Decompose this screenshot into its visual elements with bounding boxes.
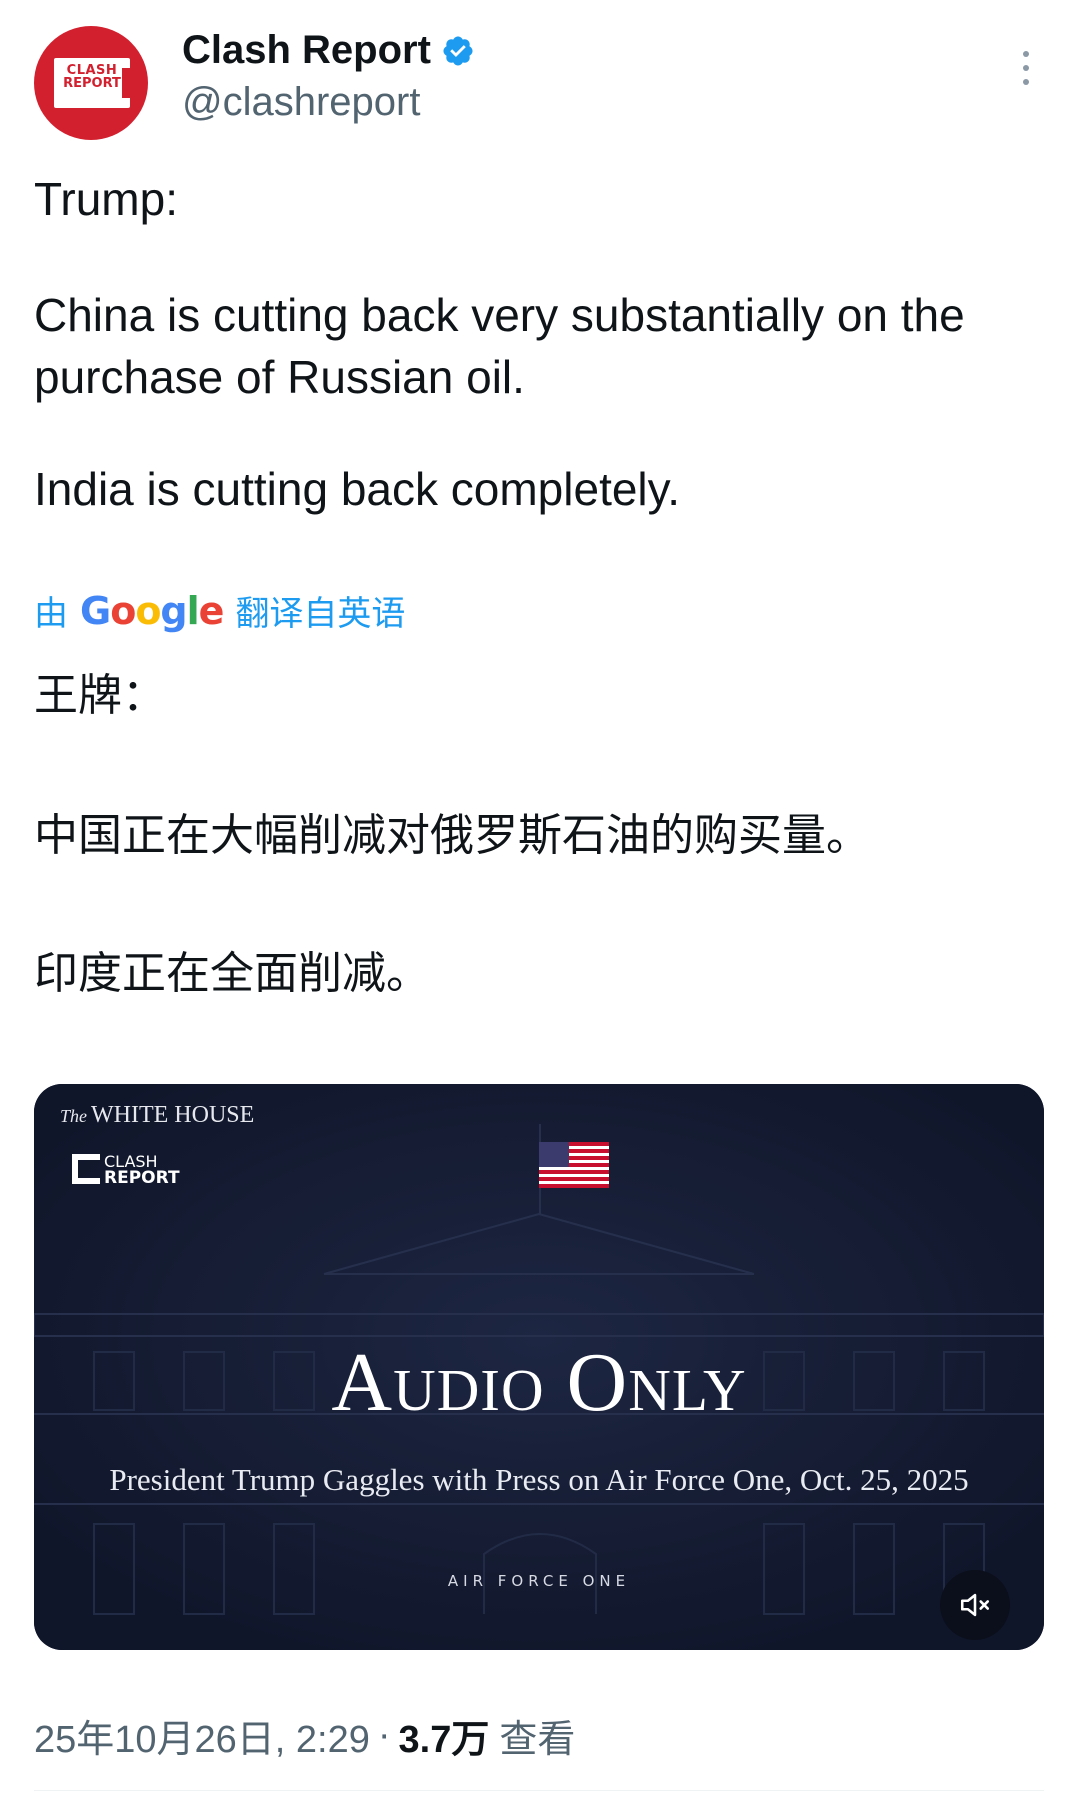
clash-report-logo: CLASH REPORT: [72, 1154, 192, 1188]
translated-paragraph-3: 印度正在全面削减。: [34, 948, 430, 999]
tweet-meta-row: 25年10月26日, 2:29 · 3.7万 查看: [34, 1708, 575, 1763]
avatar-logo-notch: [122, 68, 142, 98]
white-house-label-main: WHITE HOUSE: [91, 1102, 255, 1128]
divider: [34, 1790, 1044, 1791]
avatar[interactable]: CLASH REPORT: [34, 26, 148, 140]
tweet-paragraph-3: India is cutting back completely.: [34, 463, 681, 515]
translated-paragraph-1: 王牌：: [34, 670, 166, 721]
air-force-one-tag: AIR FORCE ONE: [447, 1572, 631, 1590]
clash-report-logo-text: CLASH REPORT: [104, 1154, 180, 1187]
translate-prefix: 由: [34, 595, 68, 633]
more-options-icon[interactable]: [1016, 46, 1036, 90]
clash-report-logo-mark: [72, 1154, 100, 1184]
tweet-header: CLASH REPORT Clash Report @clashreport: [34, 24, 1046, 144]
avatar-logo-text: CLASH REPORT: [54, 64, 130, 90]
speaker-muted-icon: [960, 1593, 990, 1617]
user-handle[interactable]: @clashreport: [182, 80, 420, 125]
audio-subtitle: President Trump Gaggles with Press on Ai…: [109, 1462, 969, 1497]
us-flag-icon: [539, 1142, 609, 1188]
meta-separator: ·: [377, 1714, 391, 1756]
translate-suffix: 翻译自英语: [235, 595, 406, 633]
translated-paragraph-2: 中国正在大幅削减对俄罗斯石油的购买量。: [34, 810, 870, 861]
name-row: Clash Report: [182, 28, 475, 73]
avatar-logo-box: CLASH REPORT: [54, 58, 130, 108]
avatar-logo-line2: REPORT: [63, 76, 121, 91]
tweet-paragraph-1: Trump:: [34, 173, 178, 225]
verified-badge-icon: [443, 35, 473, 66]
tweet-paragraph-2: China is cutting back very substantially…: [34, 289, 965, 403]
google-logo: Google: [80, 588, 224, 633]
white-house-label-the: The: [60, 1106, 87, 1126]
white-house-label: The WHITE HOUSE: [60, 1102, 254, 1129]
views-count: 3.7万: [398, 1719, 490, 1761]
tweet-timestamp[interactable]: 25年10月26日, 2:29: [34, 1708, 370, 1763]
audio-only-title: Audio Only: [331, 1336, 747, 1429]
translated-by-google-link[interactable]: 由 Google 翻译自英语: [34, 586, 405, 635]
display-name[interactable]: Clash Report: [182, 28, 431, 73]
logo-line2: REPORT: [104, 1168, 180, 1188]
views-label: 查看: [499, 1719, 576, 1761]
mute-toggle-button[interactable]: [940, 1570, 1010, 1640]
media-video-card[interactable]: The WHITE HOUSE CLASH REPORT Audio Only P…: [34, 1084, 1044, 1650]
